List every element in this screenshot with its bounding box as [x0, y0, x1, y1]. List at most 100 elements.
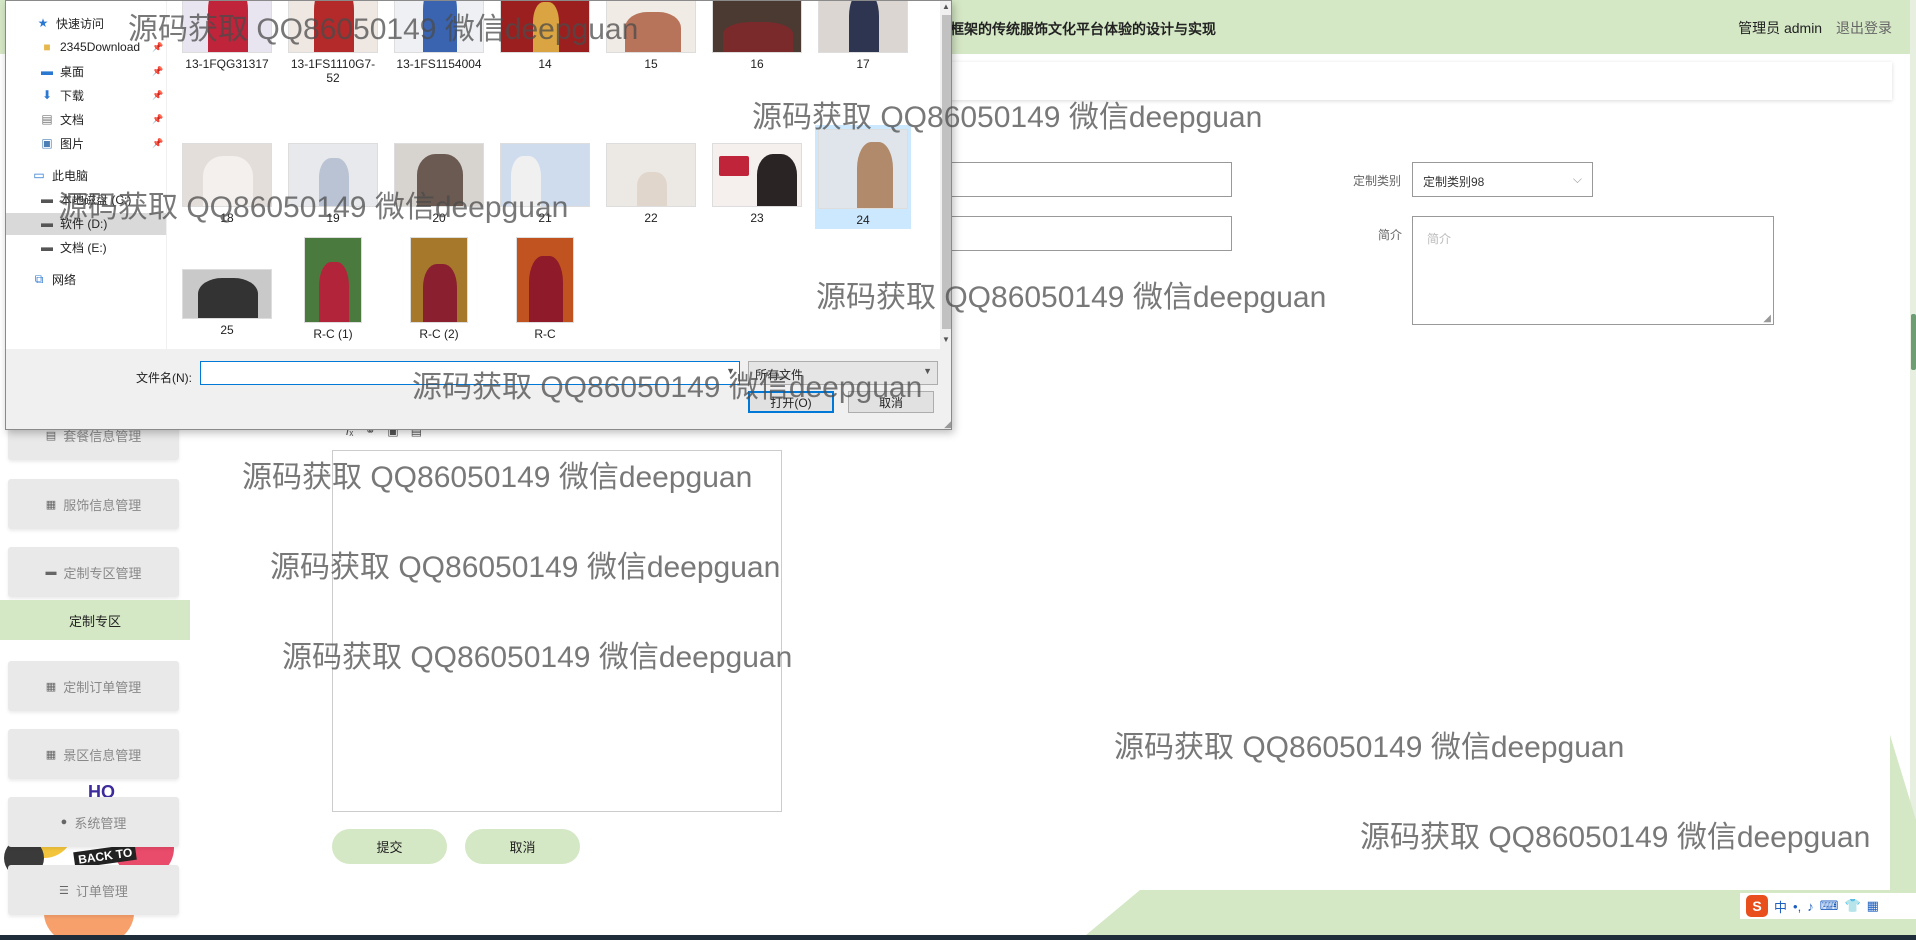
file-item[interactable]: 25: [179, 269, 275, 337]
navigation-pane: ★ 快速访问 ■ 2345Download 📌 ▬ 桌面 📌 ⬇ 下载 📌 ▤ 文档 📌 ▣ 图片 📌…: [6, 1, 166, 349]
file-item[interactable]: R-C (1): [285, 237, 381, 341]
punctuation-icon[interactable]: •,: [1793, 899, 1801, 914]
intro-textarea[interactable]: 简介 ◢: [1412, 216, 1774, 325]
file-thumbnail: [712, 1, 802, 53]
file-name: R-C: [534, 327, 556, 341]
file-item[interactable]: 23: [709, 143, 805, 225]
sidebar-item-order-management[interactable]: ☰ 订单管理: [8, 865, 179, 915]
nav-quick-access[interactable]: ★ 快速访问: [36, 13, 104, 33]
scroll-down-icon[interactable]: ▼: [942, 335, 950, 344]
sidebar-item-custom-zone[interactable]: 定制专区: [0, 600, 190, 640]
page-scrollbar-thumb[interactable]: [1911, 314, 1916, 370]
category-select-value: 定制类别98: [1423, 175, 1485, 189]
drive-icon: ▬: [41, 216, 53, 230]
submit-button[interactable]: 提交: [332, 829, 447, 864]
file-name: 15: [644, 57, 658, 71]
pin-icon: 📌: [152, 89, 164, 100]
file-item[interactable]: R-C (2): [391, 237, 487, 341]
sidebar-item-custom-order-management[interactable]: ▦ 定制订单管理: [8, 661, 179, 711]
nav-documents[interactable]: ▤ 文档 📌: [40, 109, 163, 129]
watermark-text: 源码获取 QQ86050149 微信deepguan: [412, 371, 923, 404]
watermark-text: 源码获取 QQ86050149 微信deepguan: [58, 191, 569, 224]
download-icon: ⬇: [41, 88, 53, 102]
chinese-mode-icon[interactable]: 中: [1774, 897, 1787, 916]
logout-link[interactable]: 退出登录: [1836, 20, 1892, 36]
taskbar-edge: [0, 935, 1916, 940]
document-icon: ▤: [45, 429, 57, 442]
sidebar-item-label: 景区信息管理: [63, 747, 142, 763]
file-item-selected[interactable]: 24: [815, 125, 911, 229]
file-name: 23: [750, 211, 764, 225]
list-icon: ☰: [59, 884, 69, 897]
grid-icon: ▦: [45, 680, 57, 693]
intro-label: 简介: [1378, 228, 1403, 242]
file-thumbnail: [182, 269, 272, 319]
file-name: 13-1FS1110G7-52: [290, 57, 376, 85]
file-name: R-C (1): [313, 327, 353, 341]
header-user-area: 管理员 admin 退出登录: [1738, 18, 1892, 38]
file-thumbnail: [516, 237, 574, 323]
nav-2345download[interactable]: ■ 2345Download 📌: [40, 37, 163, 57]
file-name: 14: [538, 57, 552, 71]
watermark-text: 源码获取 QQ86050149 微信deepguan: [752, 101, 1263, 134]
sidebar-item-scenic-management[interactable]: ▦ 景区信息管理: [8, 729, 179, 779]
sidebar-item-label: 定制订单管理: [63, 679, 142, 695]
filename-label: 文件名(N):: [136, 371, 192, 385]
watermark-text: 源码获取 QQ86050149 微信deepguan: [242, 461, 753, 494]
folder-icon: ■: [43, 40, 51, 54]
nav-pictures[interactable]: ▣ 图片 📌: [40, 133, 163, 153]
file-thumbnail: [410, 237, 468, 323]
sogou-icon[interactable]: S: [1746, 895, 1768, 917]
nav-label: 此电脑: [52, 168, 89, 183]
rich-text-editor[interactable]: [332, 450, 782, 812]
ime-toolbar[interactable]: S 中 •, ♪ ⌨ 👕 ▦: [1740, 893, 1916, 919]
nav-desktop[interactable]: ▬ 桌面 📌: [40, 61, 163, 81]
sidebar-item-system-management[interactable]: ● 系统管理: [8, 797, 179, 847]
microphone-icon[interactable]: ♪: [1807, 899, 1814, 914]
sidebar-item-label: 订单管理: [75, 883, 128, 899]
scroll-up-icon[interactable]: ▲: [942, 2, 950, 11]
skin-icon[interactable]: 👕: [1844, 898, 1860, 914]
nav-label: 桌面: [60, 64, 85, 79]
watermark-text: 源码获取 QQ86050149 微信deepguan: [282, 641, 793, 674]
document-icon: ▤: [41, 112, 53, 126]
app-title: 框架的传统服饰文化平台体验的设计与实现: [950, 21, 1216, 37]
file-item[interactable]: R-C: [497, 237, 593, 341]
pin-icon: 📌: [152, 113, 164, 124]
page-scrollbar[interactable]: [1910, 0, 1916, 940]
file-name: 13-1FS1154004: [396, 57, 482, 71]
nav-label: 图片: [60, 136, 85, 151]
nav-label: 文档 (E:): [60, 240, 107, 255]
sidebar-item-custom-zone-management[interactable]: ▬ 定制专区管理: [8, 547, 179, 597]
nav-network[interactable]: ⧉ 网络: [32, 269, 76, 289]
pin-icon: 📌: [152, 137, 164, 148]
network-icon: ⧉: [34, 271, 44, 286]
file-thumbnail: [304, 237, 362, 323]
picture-icon: ▣: [41, 136, 53, 150]
sidebar-item-label: 系统管理: [74, 815, 127, 831]
category-label: 定制类别: [1353, 174, 1402, 188]
category-select[interactable]: 定制类别98 ⌵: [1412, 162, 1593, 197]
nav-label: 下载: [60, 88, 85, 103]
keyboard-icon[interactable]: ⌨: [1820, 898, 1839, 914]
file-thumbnail: [818, 129, 908, 209]
watermark-text: 源码获取 QQ86050149 微信deepguan: [1360, 821, 1871, 854]
file-item[interactable]: 16: [709, 1, 805, 71]
nav-downloads[interactable]: ⬇ 下载 📌: [40, 85, 163, 105]
drive-icon: ▬: [41, 192, 53, 206]
computer-icon: ▭: [33, 168, 45, 182]
resize-grip-icon[interactable]: ◢: [1763, 313, 1771, 324]
sidebar-item-clothing-management[interactable]: ▦ 服饰信息管理: [8, 479, 179, 529]
nav-label: 文档: [60, 112, 85, 127]
toolbox-icon[interactable]: ▦: [1867, 898, 1879, 914]
pin-icon: ●: [60, 816, 68, 828]
nav-drive-e[interactable]: ▬ 文档 (E:): [40, 237, 107, 257]
file-item[interactable]: 17: [815, 1, 911, 71]
sidebar-item-label: 服饰信息管理: [63, 497, 142, 513]
resize-grip-icon[interactable]: ◢: [944, 419, 951, 429]
file-item[interactable]: 22: [603, 143, 699, 225]
file-thumbnail: [606, 143, 696, 207]
cancel-button[interactable]: 取消: [465, 829, 580, 864]
file-thumbnail: [712, 143, 802, 207]
monitor-icon: ▬: [45, 566, 57, 578]
